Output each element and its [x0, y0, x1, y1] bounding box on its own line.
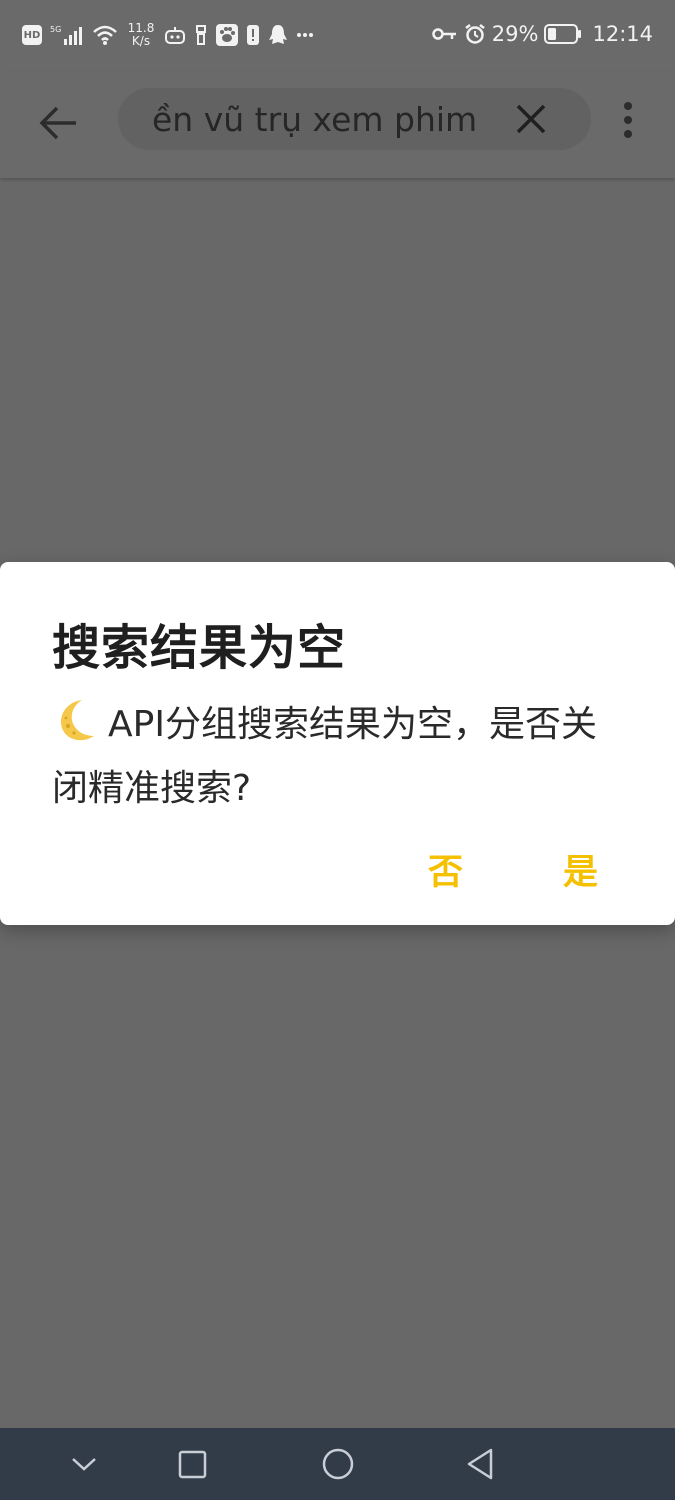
empty-result-dialog: 搜索结果为空 API分组搜索结果为空，是否关闭精准搜索? 否 是 — [0, 562, 675, 925]
no-button[interactable]: 否 — [428, 844, 463, 895]
dialog-title: 搜索结果为空 — [52, 620, 347, 676]
nav-back-button[interactable] — [464, 1446, 498, 1486]
app-notification-icon — [164, 25, 186, 45]
status-right: 29% 12:14 — [432, 22, 653, 46]
yes-button[interactable]: 是 — [563, 844, 598, 895]
status-left: HD 5G 11.8 K/s — [22, 22, 314, 48]
back-button[interactable] — [36, 100, 82, 146]
dialog-message-text: API分组搜索结果为空，是否关闭精准搜索? — [52, 704, 597, 809]
more-vertical-icon — [624, 102, 632, 138]
alert-icon — [246, 24, 260, 46]
crescent-moon-icon — [52, 696, 100, 761]
search-input[interactable]: ền vũ trụ xem phim — [152, 100, 502, 139]
status-bar: HD 5G 11.8 K/s 29% 12:14 — [0, 0, 675, 72]
search-field[interactable]: ền vũ trụ xem phim — [118, 88, 591, 150]
net-speed-unit: K/s — [131, 34, 151, 48]
battery-percent: 29% — [491, 22, 539, 46]
search-toolbar: ền vũ trụ xem phim — [0, 72, 675, 178]
vpn-key-icon — [432, 26, 458, 42]
hd-icon: HD — [22, 25, 42, 45]
nav-hide-button[interactable] — [70, 1446, 98, 1486]
chevron-down-icon — [72, 1458, 96, 1471]
dialog-message: API分组搜索结果为空，是否关闭精准搜索? — [52, 696, 632, 817]
home-circle-icon — [322, 1448, 354, 1480]
home-button[interactable] — [320, 1446, 356, 1486]
back-arrow-icon — [39, 106, 76, 140]
net-speed-value: 11.8 — [127, 21, 155, 35]
system-nav-bar — [0, 1428, 675, 1500]
svg-text:5G: 5G — [50, 25, 61, 34]
5g-signal-icon: 5G — [50, 23, 84, 47]
qq-icon — [268, 24, 288, 46]
usb-icon — [194, 24, 208, 46]
more-dots-icon — [296, 32, 314, 38]
recents-square-icon — [178, 1450, 207, 1479]
clear-search-button[interactable] — [514, 102, 548, 136]
back-triangle-icon — [467, 1448, 493, 1480]
baidu-icon — [216, 24, 238, 46]
more-options-button[interactable] — [620, 100, 636, 140]
wifi-icon — [92, 24, 118, 46]
clock: 12:14 — [592, 22, 653, 46]
alarm-icon — [464, 23, 486, 45]
net-speed: 11.8 K/s — [126, 22, 156, 48]
battery-icon — [544, 24, 582, 44]
recents-button[interactable] — [176, 1446, 210, 1486]
clear-icon — [516, 104, 546, 134]
